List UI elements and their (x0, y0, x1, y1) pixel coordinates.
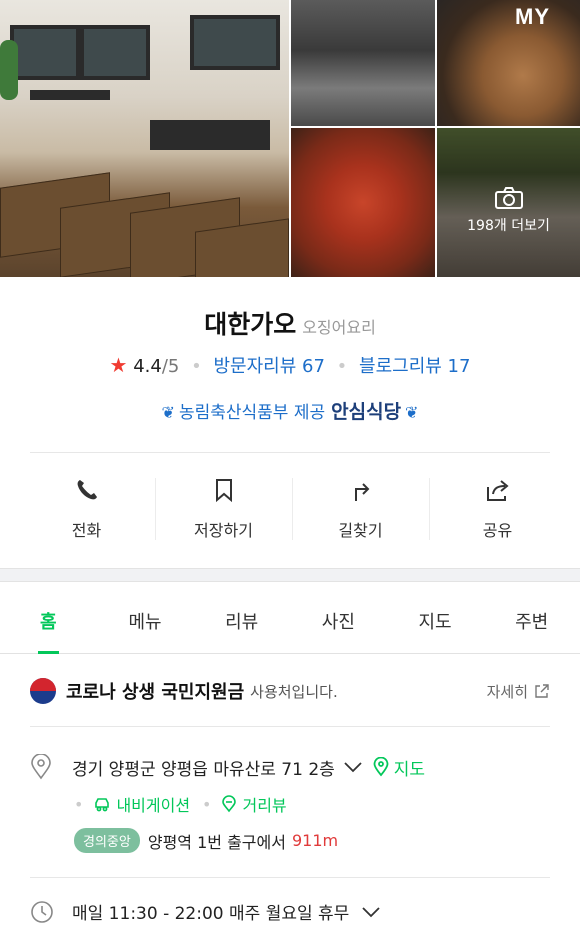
more-photos-button[interactable]: 198개 더보기 (437, 128, 580, 277)
photo-detail (0, 40, 18, 100)
safe-restaurant-badge: ❦ 농림축산식품부 제공 안심식당 ❦ (0, 397, 580, 424)
car-icon (95, 798, 110, 812)
rating-value: 4.4 (133, 356, 162, 377)
action-bar: 전화 저장하기 길찾기 공유 (18, 470, 566, 548)
visitor-reviews-link[interactable]: 방문자리뷰 67 (213, 356, 324, 377)
more-photos-label: 198개 더보기 (467, 217, 550, 234)
photo-dish-1[interactable] (437, 0, 580, 126)
address-row: 경기 양평군 양평읍 마유산로 71 2층 지도 (30, 754, 425, 780)
call-label: 전화 (71, 521, 102, 540)
tab-reviews[interactable]: 리뷰 (193, 588, 290, 653)
divider (30, 726, 550, 727)
tab-home[interactable]: 홈 (0, 588, 97, 654)
tab-map[interactable]: 지도 (387, 588, 484, 653)
photo-interior[interactable] (0, 0, 289, 277)
phone-icon (77, 480, 97, 500)
photo-dish-2[interactable] (291, 128, 435, 277)
notice-subtitle: 사용처입니다. (250, 682, 338, 701)
directions-icon (354, 483, 369, 501)
subway-line-badge: 경의중앙 (74, 828, 140, 853)
bullet: • (74, 794, 84, 814)
tab-bar: 홈 메뉴 리뷰 사진 지도 주변 (0, 588, 580, 654)
photo-detail (10, 25, 80, 80)
laurel-left-icon: ❦ (161, 403, 175, 422)
my-button[interactable]: MY (515, 4, 550, 30)
laurel-right-icon: ❦ (405, 403, 419, 422)
photo-gallery: 198개 더보기 MY (0, 0, 580, 277)
section-divider (0, 568, 580, 582)
photo-detail (150, 120, 270, 150)
tab-photos[interactable]: 사진 (290, 588, 387, 653)
bookmark-icon (215, 479, 232, 503)
notice-title: 코로나 상생 국민지원금 (66, 682, 245, 703)
badge-provider: 농림축산식품부 제공 (178, 403, 326, 423)
tab-menu[interactable]: 메뉴 (97, 588, 194, 653)
rating-row: ★ 4.4/5 • 방문자리뷰 67 • 블로그리뷰 17 (0, 352, 580, 378)
directions-label: 길찾기 (338, 521, 383, 540)
place-category: 오징어요리 (302, 318, 376, 337)
street-view-icon (222, 795, 237, 813)
photo-exterior[interactable] (291, 0, 435, 126)
save-label: 저장하기 (194, 521, 253, 540)
directions-button[interactable]: 길찾기 (292, 470, 429, 548)
blog-reviews-link[interactable]: 블로그리뷰 17 (359, 356, 470, 377)
relief-fund-notice: 코로나 상생 국민지원금 사용처입니다. 자세히 (30, 676, 550, 706)
map-pin-icon (373, 757, 389, 777)
external-link-icon (535, 684, 549, 698)
bullet: • (202, 794, 212, 814)
map-link[interactable]: 지도 (394, 755, 425, 780)
notice-detail-link[interactable]: 자세히 (487, 681, 550, 702)
subway-distance: 911m (291, 831, 339, 850)
badge-title: 안심식당 (331, 401, 402, 423)
navigation-row: • 내비게이션 • 거리뷰 (74, 792, 287, 816)
street-view-link[interactable]: 거리뷰 (242, 792, 286, 816)
star-icon: ★ (109, 353, 128, 377)
separator-dot: • (336, 356, 348, 377)
navigation-link[interactable]: 내비게이션 (116, 792, 190, 816)
chevron-down-icon[interactable] (343, 760, 363, 774)
chevron-down-icon[interactable] (361, 905, 381, 919)
camera-icon (494, 186, 523, 209)
location-pin-icon (31, 754, 51, 780)
hours-row[interactable]: 매일 11:30 - 22:00 매주 월요일 휴무 (30, 899, 381, 924)
tab-nearby[interactable]: 주변 (483, 588, 580, 653)
detail-label: 자세히 (486, 682, 528, 701)
photo-detail (190, 15, 280, 70)
place-name: 대한가오 (204, 310, 297, 339)
share-label: 공유 (482, 521, 513, 540)
clock-icon (31, 900, 53, 923)
save-button[interactable]: 저장하기 (155, 470, 292, 548)
divider (30, 877, 550, 878)
divider (30, 452, 550, 453)
subway-row: 경의중앙 양평역 1번 출구에서 911m (74, 828, 338, 853)
address-text: 경기 양평군 양평읍 마유산로 71 2층 (72, 759, 335, 780)
call-button[interactable]: 전화 (18, 470, 155, 548)
separator-dot: • (191, 356, 202, 377)
subway-directions: 양평역 1번 출구에서 (147, 832, 286, 852)
share-button[interactable]: 공유 (429, 470, 566, 548)
government-logo-icon (30, 678, 56, 704)
hours-text: 매일 11:30 - 22:00 매주 월요일 휴무 (72, 904, 350, 924)
photo-detail (80, 25, 150, 80)
rating-max: /5 (161, 356, 180, 377)
place-title-row: 대한가오 오징어요리 (0, 305, 580, 341)
share-icon (486, 480, 509, 501)
photo-detail (30, 90, 110, 100)
